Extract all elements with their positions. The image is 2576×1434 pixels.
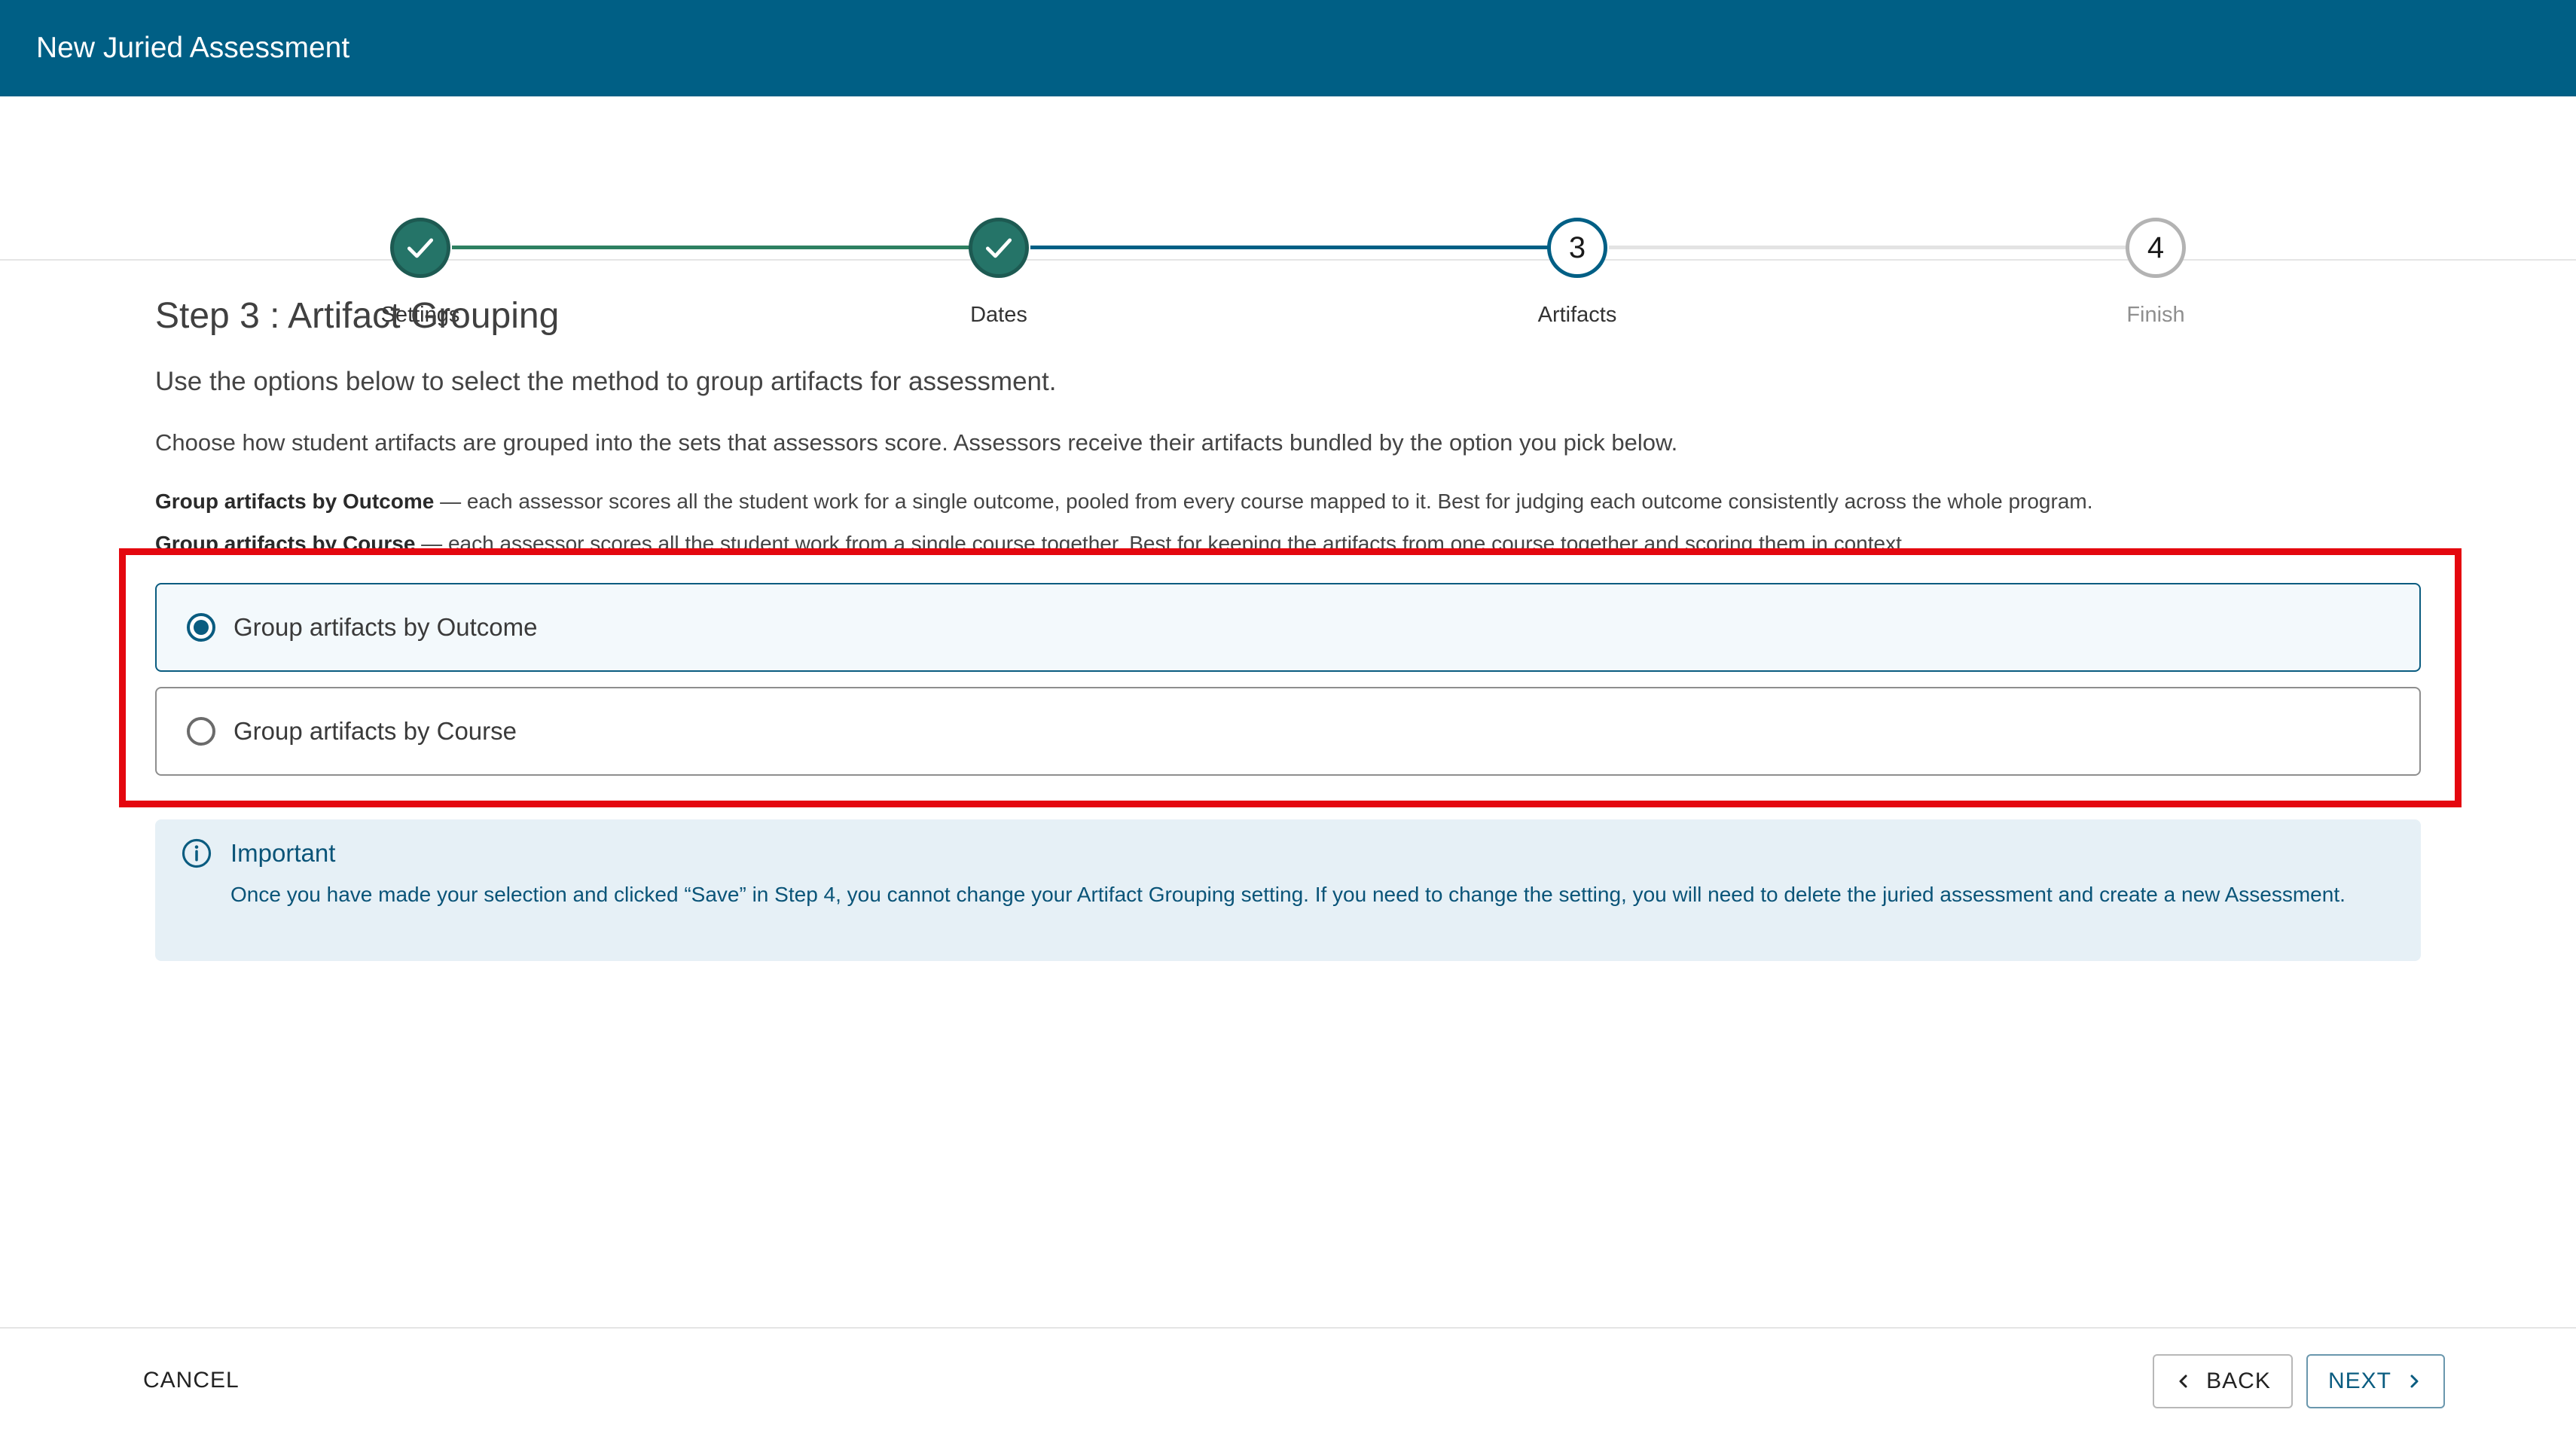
back-button[interactable]: BACK [2153, 1354, 2293, 1408]
page-title: New Juried Assessment [36, 32, 350, 64]
definition-outcome: Group artifacts by Outcome — each assess… [155, 490, 2093, 514]
step-finish-circle: 4 [2126, 218, 2186, 278]
step-label-dates: Dates [970, 303, 1027, 327]
stepper-connector-3 [1609, 246, 2127, 249]
description-text: Choose how student artifacts are grouped… [155, 429, 1678, 456]
back-button-label: BACK [2206, 1368, 2271, 1393]
important-callout: Important Once you have made your select… [155, 819, 2421, 961]
next-button-label: NEXT [2327, 1368, 2391, 1393]
chevron-left-icon [2179, 1375, 2187, 1388]
highlight-box [119, 548, 2462, 807]
wizard-footer: CANCEL BACK NEXT [0, 1327, 2576, 1434]
definition-term: Group artifacts by Outcome [155, 490, 435, 513]
step-settings-check-icon [390, 218, 450, 278]
callout-title: Important [230, 839, 336, 867]
definition-text: — each assessor scores all the student w… [434, 490, 2093, 513]
step-label-artifacts: Artifacts [1537, 303, 1617, 327]
step-artifacts-circle: 3 [1547, 218, 1607, 278]
info-icon [182, 838, 212, 868]
step-title: Step 3 : Artifact Grouping [155, 296, 560, 336]
progress-stepper: Settings Dates 3 Artifacts 4 Finish [0, 96, 2576, 327]
callout-body: Once you have made your selection and cl… [230, 883, 2346, 906]
stepper-connector-2 [1030, 246, 1549, 249]
step-dates-check-icon [969, 218, 1029, 278]
cancel-button[interactable]: CANCEL [143, 1368, 240, 1393]
intro-text: Use the options below to select the meth… [155, 367, 1057, 396]
chevron-right-icon [2410, 1375, 2419, 1388]
app-header: New Juried Assessment [0, 0, 2576, 96]
next-button[interactable]: NEXT [2306, 1354, 2445, 1408]
step-label-finish: Finish [2126, 303, 2185, 327]
stepper-connector-1 [452, 246, 970, 249]
